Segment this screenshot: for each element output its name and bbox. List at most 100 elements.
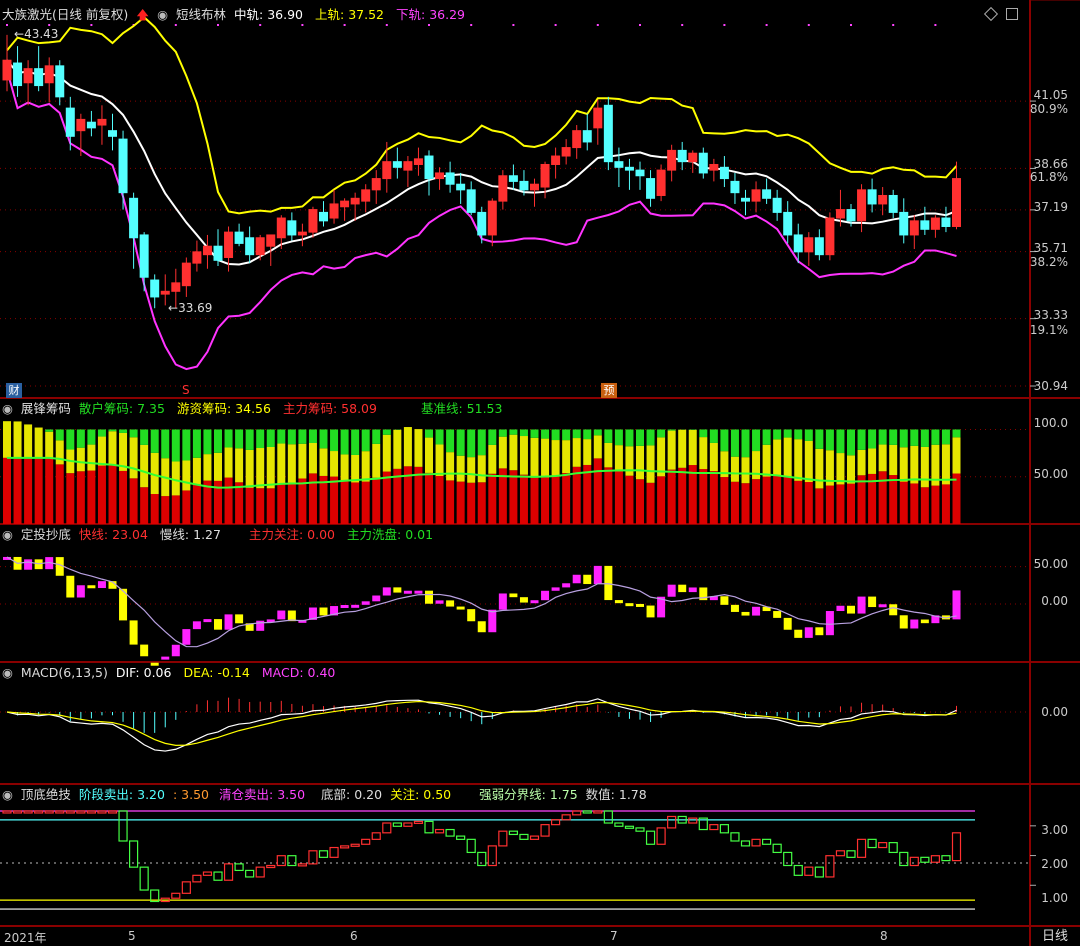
fast-line-bar	[87, 585, 96, 589]
fast-line-bar	[351, 604, 360, 608]
retail-value: 7.35	[137, 401, 165, 416]
fast-line-bar	[66, 575, 75, 598]
stock-name[interactable]: 大族激光(日线 前复权)	[2, 7, 128, 22]
main-chip-bar	[298, 478, 307, 524]
retail-chip-bar	[530, 429, 539, 438]
x-label: 2021年	[4, 931, 47, 945]
settings-circle-icon[interactable]: ◉	[2, 401, 13, 416]
stock-chart-canvas[interactable]	[0, 0, 1080, 946]
main-chip-bar	[97, 465, 106, 524]
retail-chip-bar	[245, 429, 254, 450]
retail-chip-bar	[97, 429, 106, 437]
main-chip-bar	[857, 475, 866, 524]
dip-buy-panel	[0, 556, 1030, 666]
x-label: 5	[128, 929, 136, 943]
value-step-box	[192, 874, 202, 883]
value-step-box	[34, 810, 44, 814]
fast-line-bar	[76, 585, 85, 598]
indicator-name[interactable]: 短线布林	[176, 7, 226, 22]
value-step-box	[276, 855, 286, 867]
candle-up	[952, 178, 961, 227]
fast-line-bar	[562, 583, 571, 588]
hot-chip-bar	[24, 424, 33, 458]
candle-down	[55, 65, 65, 98]
settings-circle-icon[interactable]: ◉	[157, 7, 168, 22]
candle-up	[160, 290, 170, 295]
candle-up	[382, 161, 392, 180]
value-step-box	[519, 833, 529, 840]
retail-chip-bar	[340, 429, 349, 455]
mid-value: 36.90	[267, 7, 303, 22]
value-step-box	[86, 810, 97, 814]
dip-title[interactable]: 定投抄底	[21, 527, 71, 542]
fast-line-bar	[446, 600, 455, 607]
signal-dot	[934, 24, 937, 26]
macd-panel	[0, 697, 1030, 752]
hot-value: 34.56	[235, 401, 271, 416]
candle-down	[508, 175, 518, 182]
period-tab[interactable]: 日线	[1032, 928, 1078, 946]
value-step-box	[709, 824, 719, 831]
hot-chip-bar	[256, 448, 265, 489]
macd-title[interactable]: MACD(6,13,5)	[21, 665, 108, 680]
retail-chip-bar	[825, 429, 834, 451]
main-chip-bar	[477, 482, 486, 524]
retail-chip-bar	[351, 429, 360, 455]
top-title[interactable]: 顶底绝技	[21, 787, 71, 802]
hot-chip-bar	[319, 448, 328, 476]
slow-line	[6, 556, 957, 648]
candle-down	[287, 220, 297, 236]
candle-down	[445, 172, 455, 185]
value-step-box	[171, 892, 181, 899]
fast-line-bar	[214, 619, 222, 630]
retail-chip-bar	[878, 429, 887, 445]
hot-chip-bar	[541, 438, 550, 478]
settings-circle-icon[interactable]: ◉	[2, 787, 13, 802]
fast-label: 快线:	[78, 527, 109, 542]
candle-down	[646, 178, 656, 199]
retail-chip-bar	[129, 429, 138, 438]
hot-chip-bar	[583, 439, 592, 465]
main-chip-bar	[899, 481, 908, 524]
main-chip-bar	[572, 466, 581, 524]
chip-title[interactable]: 展锋筹码	[21, 401, 71, 416]
chip-tick: 100.0	[1033, 416, 1068, 430]
fast-line-bar	[224, 614, 233, 630]
hot-chip-bar	[393, 429, 402, 469]
forecast-badge[interactable]: 预	[601, 383, 617, 398]
window-box-icon[interactable]	[1006, 8, 1018, 20]
settings-circle-icon[interactable]: ◉	[2, 527, 13, 542]
main-candlestick-panel	[0, 15, 1036, 387]
hot-chip-bar	[857, 449, 866, 476]
retail-chip-bar	[330, 429, 339, 452]
retail-chip-bar	[256, 429, 265, 449]
retail-chip-bar	[87, 429, 96, 445]
candle-up	[23, 68, 33, 84]
retail-chip-bar	[625, 429, 634, 447]
sell-signal-badge[interactable]: S	[182, 383, 190, 397]
value-step-box	[835, 850, 846, 857]
retail-chip-bar	[847, 429, 855, 456]
main-chip-bar	[583, 464, 592, 524]
retail-chip-bar	[477, 429, 486, 456]
hot-chip-bar	[572, 438, 581, 467]
settings-circle-icon[interactable]: ◉	[2, 665, 13, 680]
value-step-box	[561, 814, 571, 821]
hot-chip-bar	[741, 457, 750, 484]
retail-chip-bar	[762, 429, 771, 445]
financial-report-badge[interactable]: 财	[6, 383, 22, 398]
value-step-box	[667, 815, 677, 829]
candle-down	[519, 180, 529, 191]
retail-chip-bar	[868, 429, 877, 449]
mid-label: 中轨:	[233, 7, 264, 22]
main-chip-bar	[277, 483, 286, 524]
value-step-box	[582, 810, 592, 814]
value-step-box	[740, 840, 751, 847]
hot-chip-bar	[614, 445, 623, 472]
retail-chip-bar	[456, 429, 465, 456]
retail-chip-bar	[562, 429, 571, 441]
retail-chip-bar	[920, 429, 929, 447]
retail-chip-bar	[55, 429, 64, 441]
candle-down	[730, 180, 740, 194]
hot-chip-bar	[372, 443, 381, 478]
